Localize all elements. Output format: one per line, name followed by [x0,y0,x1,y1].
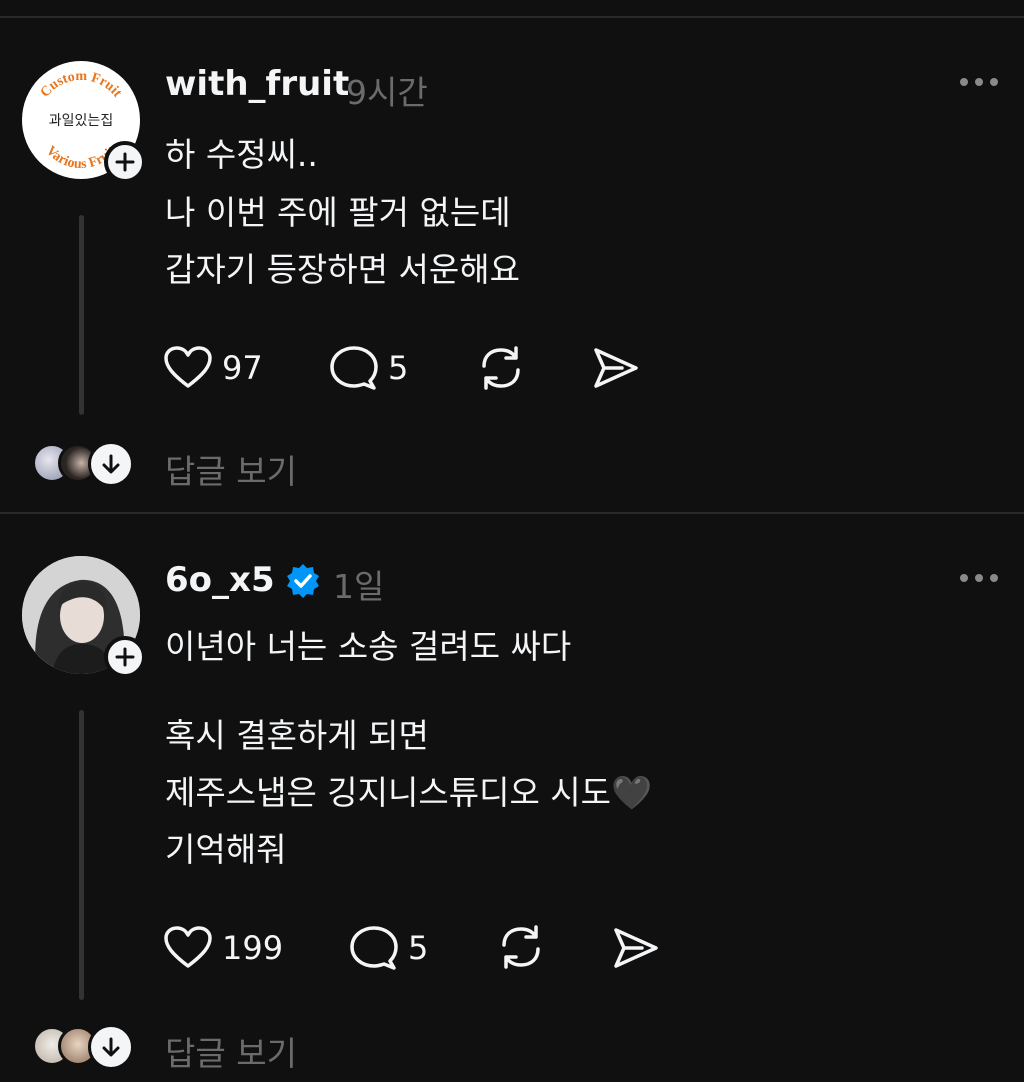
like-count: 199 [222,929,284,967]
comment-icon [350,926,398,970]
username[interactable]: 6o_x5 [165,560,275,600]
expand-replies-button[interactable] [88,1024,134,1070]
heart-icon [164,926,212,968]
verified-badge-icon [287,564,319,598]
post-text-line: 제주스냅은 깅지니스튜디오 시도🖤 [165,773,653,812]
share-icon [614,928,658,968]
post-time: 1일 [333,567,385,606]
comment-button[interactable]: 5 [350,925,428,971]
repost-icon [502,925,540,969]
chevron-down-icon [102,1037,120,1057]
comment-count: 5 [408,929,429,967]
more-icon[interactable] [960,574,998,582]
view-replies-link[interactable]: 답글 보기 [165,1027,297,1075]
follow-button[interactable] [104,636,146,678]
repost-button[interactable] [496,923,546,971]
plus-icon [115,647,135,667]
thread-line [79,710,84,1000]
post-text-line: 이년아 너는 소송 걸려도 싸다 [165,627,572,666]
share-button[interactable] [612,926,660,970]
post-6o-x5: 6o_x5 1일 이년아 너는 소송 걸려도 싸다 혹시 결혼하게 되면 제주스… [0,0,1024,1082]
replier-avatars[interactable] [32,1024,136,1070]
post-text-line: 기억해줘 [165,830,287,869]
post-text-line: 혹시 결혼하게 되면 [165,716,429,755]
like-button[interactable]: 199 [164,926,283,970]
